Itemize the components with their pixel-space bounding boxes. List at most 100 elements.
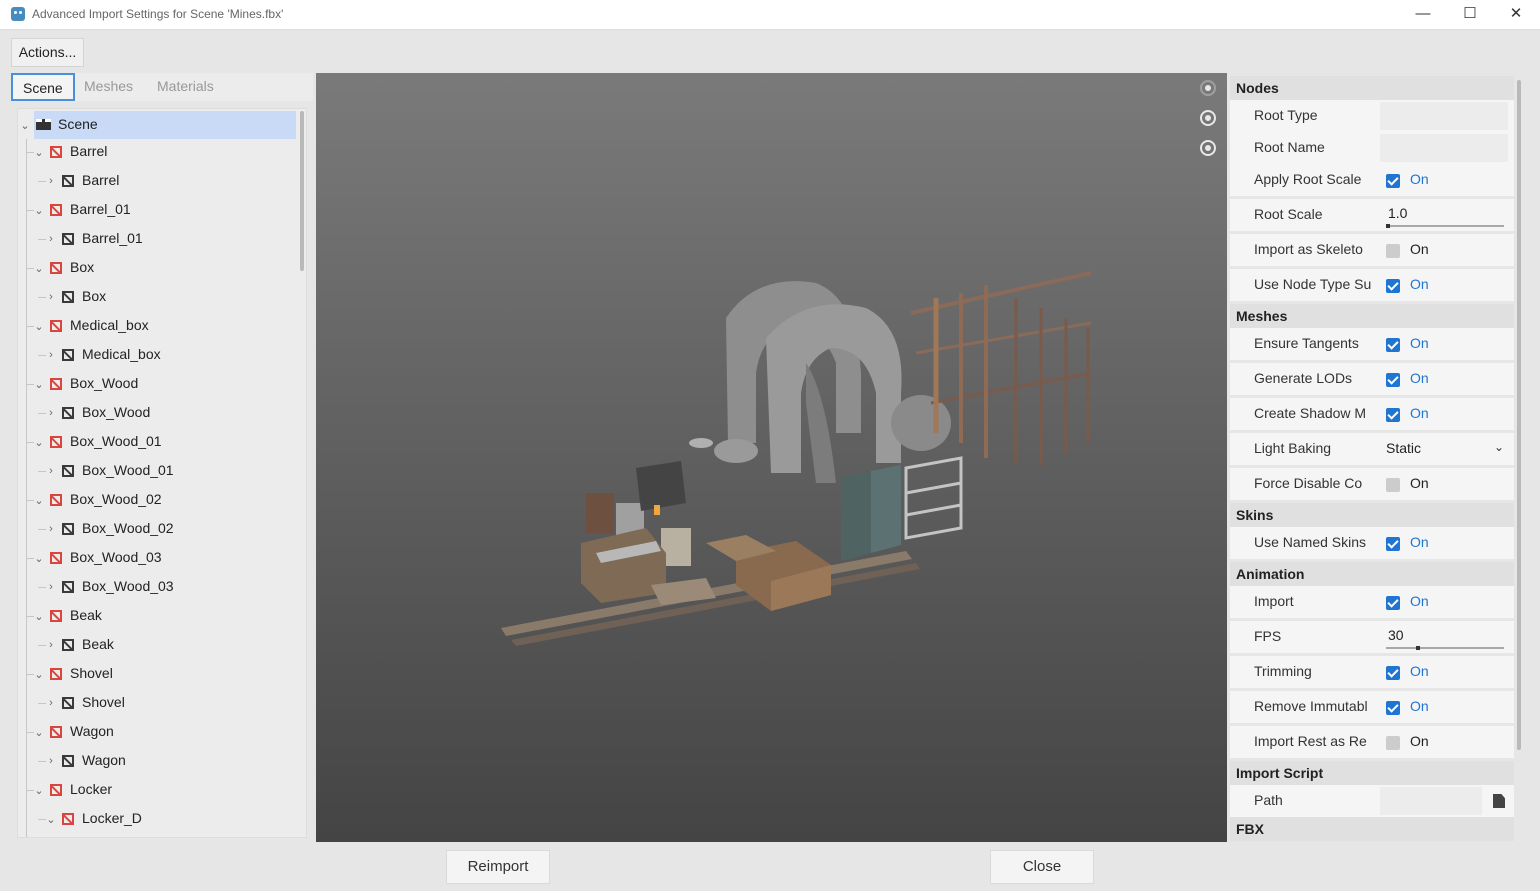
close-button[interactable]: Close (990, 850, 1094, 884)
checkbox-toggle[interactable]: On (1380, 330, 1508, 358)
3d-preview-viewport[interactable] (316, 73, 1227, 842)
tree-item-node[interactable]: ⌄ Shovel (18, 660, 298, 688)
checkbox-toggle[interactable]: On (1380, 588, 1508, 616)
checkbox-unchecked-icon[interactable] (1386, 736, 1400, 750)
tree-item-node[interactable]: ⌄ Barrel_01 (18, 196, 298, 224)
tree-item-mesh-node[interactable]: › Box_Wood_02 (18, 515, 298, 543)
chevron-down-icon[interactable]: ⌄ (34, 668, 44, 681)
chevron-down-icon[interactable]: ⌄ (1494, 440, 1504, 454)
checkbox-toggle[interactable]: On (1380, 365, 1508, 393)
tree-item-node[interactable]: ⌄ Box_Wood (18, 370, 298, 398)
tree-root-scene[interactable]: ⌄ Scene (18, 109, 298, 139)
number-slider-field[interactable]: 1.0 (1380, 201, 1508, 229)
section-header[interactable]: Animation (1230, 562, 1514, 586)
checkbox-checked-icon[interactable] (1386, 338, 1400, 352)
chevron-down-icon[interactable]: ⌄ (34, 146, 44, 159)
chevron-right-icon[interactable]: › (46, 581, 56, 593)
chevron-right-icon[interactable]: › (46, 465, 56, 477)
chevron-right-icon[interactable]: › (46, 175, 56, 187)
checkbox-toggle[interactable]: On (1380, 271, 1508, 299)
chevron-right-icon[interactable]: › (46, 697, 56, 709)
tree-item-node[interactable]: ⌄ Medical_box (18, 312, 298, 340)
actions-menu-button[interactable]: Actions... (11, 38, 84, 67)
chevron-down-icon[interactable]: ⌄ (34, 784, 44, 797)
checkbox-unchecked-icon[interactable] (1386, 244, 1400, 258)
close-window-button[interactable]: ✕ (1493, 0, 1539, 30)
minimize-button[interactable]: — (1400, 0, 1446, 30)
chevron-down-icon[interactable]: ⌄ (20, 119, 30, 132)
file-browse-icon[interactable] (1493, 794, 1505, 808)
chevron-right-icon[interactable]: › (46, 291, 56, 303)
checkbox-checked-icon[interactable] (1386, 537, 1400, 551)
number-slider-field[interactable]: 30 (1380, 623, 1508, 651)
tree-item-node[interactable]: ⌄ Box_Wood_01 (18, 428, 298, 456)
maximize-button[interactable]: ☐ (1447, 0, 1493, 30)
chevron-right-icon[interactable]: › (46, 639, 56, 651)
tree-item-node[interactable]: ⌄ Wagon (18, 718, 298, 746)
checkbox-toggle[interactable]: On (1380, 400, 1508, 428)
section-header[interactable]: Nodes (1230, 76, 1514, 100)
tab-scene[interactable]: Scene (11, 73, 75, 101)
checkbox-checked-icon[interactable] (1386, 666, 1400, 680)
tree-item-mesh-node[interactable]: › Box (18, 283, 298, 311)
checkbox-toggle[interactable]: On (1380, 470, 1508, 498)
chevron-down-icon[interactable]: ⌄ (34, 378, 44, 391)
checkbox-checked-icon[interactable] (1386, 701, 1400, 715)
section-header[interactable]: Skins (1230, 503, 1514, 527)
chevron-right-icon[interactable]: › (46, 233, 56, 245)
chevron-down-icon[interactable]: ⌄ (34, 552, 44, 565)
inspector-scrollbar[interactable] (1517, 80, 1521, 750)
text-field[interactable] (1380, 102, 1508, 130)
script-path-field[interactable] (1380, 787, 1505, 815)
checkbox-toggle[interactable]: On (1380, 693, 1508, 721)
tree-scrollbar[interactable] (300, 111, 304, 271)
checkbox-toggle[interactable]: On (1380, 236, 1508, 264)
tree-item-mesh-node[interactable]: › Box_Wood (18, 399, 298, 427)
tree-item-mesh-node[interactable]: ⌄ Locker_D (18, 805, 298, 833)
checkbox-toggle[interactable]: On (1380, 728, 1508, 756)
chevron-right-icon[interactable]: › (46, 407, 56, 419)
chevron-down-icon[interactable]: ⌄ (34, 610, 44, 623)
slider-track[interactable] (1386, 647, 1504, 649)
tree-item-mesh-node[interactable]: › Barrel (18, 167, 298, 195)
tree-item-mesh-node[interactable]: › Box_Wood_03 (18, 573, 298, 601)
chevron-down-icon[interactable]: ⌄ (34, 262, 44, 275)
tree-item-node[interactable]: ⌄ Barrel (18, 138, 298, 166)
chevron-down-icon[interactable]: ⌄ (34, 436, 44, 449)
tree-item-mesh-node[interactable]: › Medical_box (18, 341, 298, 369)
section-header[interactable]: Import Script (1230, 761, 1514, 785)
tree-item-node[interactable]: ⌄ Beak (18, 602, 298, 630)
checkbox-checked-icon[interactable] (1386, 174, 1400, 188)
checkbox-checked-icon[interactable] (1386, 279, 1400, 293)
chevron-right-icon[interactable]: › (46, 523, 56, 535)
chevron-right-icon[interactable]: › (46, 755, 56, 767)
slider-knob[interactable] (1416, 646, 1420, 650)
light-baking-dropdown[interactable]: Static ⌄ (1380, 435, 1508, 463)
tree-item-mesh-node[interactable]: › Box_Wood_01 (18, 457, 298, 485)
section-header[interactable]: FBX (1230, 817, 1514, 841)
tree-item-mesh-node[interactable]: › Wagon (18, 747, 298, 775)
checkbox-unchecked-icon[interactable] (1386, 478, 1400, 492)
text-field[interactable] (1380, 134, 1508, 162)
checkbox-toggle[interactable]: On (1380, 166, 1508, 194)
checkbox-checked-icon[interactable] (1386, 373, 1400, 387)
slider-knob[interactable] (1386, 224, 1390, 228)
tree-item-node[interactable]: ⌄ Box_Wood_03 (18, 544, 298, 572)
chevron-down-icon[interactable]: ⌄ (34, 494, 44, 507)
checkbox-toggle[interactable]: On (1380, 529, 1508, 557)
checkbox-checked-icon[interactable] (1386, 596, 1400, 610)
tree-item-mesh-node[interactable]: › Beak (18, 631, 298, 659)
tree-item-node[interactable]: ⌄ Box_Wood_02 (18, 486, 298, 514)
chevron-down-icon[interactable]: ⌄ (46, 813, 56, 826)
chevron-down-icon[interactable]: ⌄ (34, 204, 44, 217)
tab-meshes[interactable]: Meshes (74, 73, 143, 101)
checkbox-toggle[interactable]: On (1380, 658, 1508, 686)
chevron-down-icon[interactable]: ⌄ (34, 726, 44, 739)
slider-track[interactable] (1386, 225, 1504, 227)
tree-item-mesh-node[interactable]: › Shovel (18, 689, 298, 717)
tree-item-node[interactable]: ⌄ Box (18, 254, 298, 282)
reimport-button[interactable]: Reimport (446, 850, 550, 884)
section-header[interactable]: Meshes (1230, 304, 1514, 328)
chevron-down-icon[interactable]: ⌄ (34, 320, 44, 333)
checkbox-checked-icon[interactable] (1386, 408, 1400, 422)
